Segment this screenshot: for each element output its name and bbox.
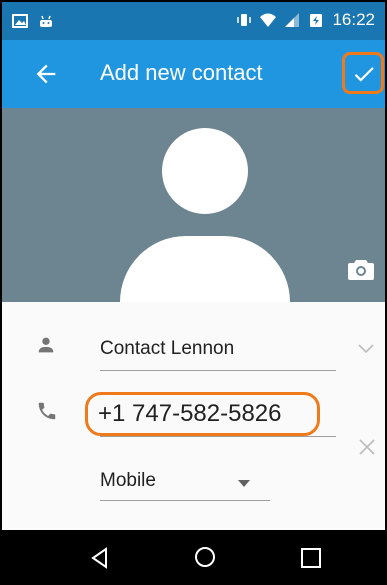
status-time: 16:22	[332, 10, 375, 29]
nav-recent-icon[interactable]	[300, 547, 322, 569]
check-icon	[354, 67, 374, 82]
dropdown-arrow-icon[interactable]	[238, 480, 250, 487]
battery-icon	[310, 14, 323, 27]
avatar-body	[120, 236, 290, 302]
phone-type-underline	[100, 500, 270, 501]
nav-home-icon[interactable]	[193, 545, 217, 569]
camera-icon[interactable]	[348, 258, 374, 280]
vibrate-icon	[237, 14, 252, 26]
signal-icon	[285, 13, 300, 27]
save-button[interactable]	[342, 52, 384, 94]
name-underline	[100, 370, 336, 371]
status-bar: 16:22	[2, 2, 385, 40]
close-icon[interactable]	[358, 438, 376, 456]
image-notification-icon	[12, 14, 28, 28]
app-bar: Add new contact	[2, 40, 385, 108]
contact-form: Contact Lennon +1 747-582-5826 Mobile	[2, 302, 385, 530]
page-title: Add new contact	[100, 60, 263, 85]
phone-highlight: +1 747-582-5826	[85, 392, 320, 436]
wifi-icon	[260, 13, 277, 27]
contact-photo-area[interactable]	[2, 108, 385, 302]
arrow-back-icon[interactable]	[32, 60, 60, 88]
navigation-bar	[2, 530, 385, 583]
phone-field[interactable]: +1 747-582-5826	[98, 400, 282, 428]
person-icon	[38, 337, 54, 353]
phone-icon	[38, 402, 56, 420]
chevron-down-icon[interactable]	[358, 344, 374, 354]
phone-underline	[100, 436, 336, 437]
phone-type-select[interactable]: Mobile	[100, 470, 156, 492]
avatar-head	[162, 128, 248, 214]
screen: 16:22 Add new contact Contact Lennon +1 …	[0, 0, 387, 585]
name-field[interactable]: Contact Lennon	[100, 338, 234, 360]
nav-back-icon[interactable]	[88, 546, 112, 570]
android-notification-icon	[40, 15, 52, 27]
